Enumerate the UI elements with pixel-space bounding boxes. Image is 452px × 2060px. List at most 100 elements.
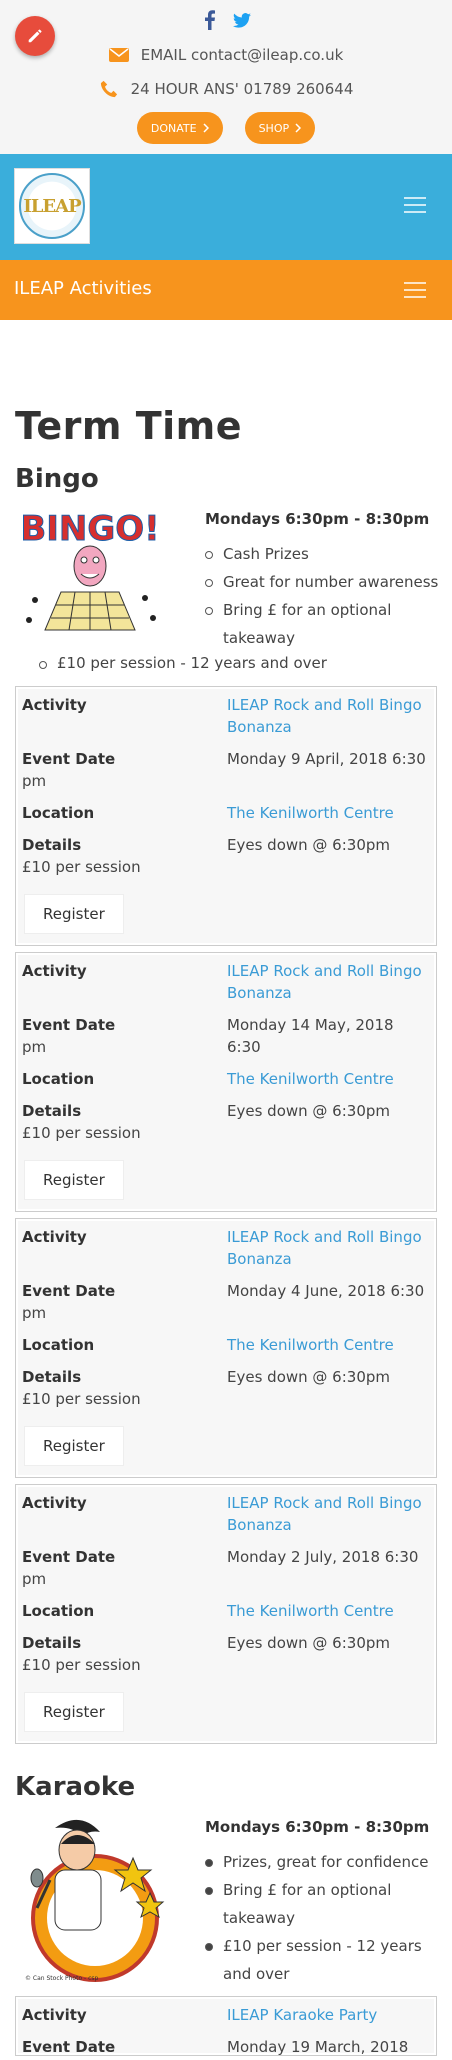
price-text: £10 per session — [22, 1390, 141, 1408]
donate-label: DONATE — [150, 121, 197, 135]
activity-label: Activity — [22, 1494, 87, 1512]
details-text: Eyes down @ 6:30pm — [227, 1102, 390, 1120]
logo-band: ILEAP — [0, 154, 452, 260]
karaoke-time: Mondays 6:30pm - 8:30pm — [205, 1818, 430, 1836]
bingo-illustration: BINGO! — [20, 509, 160, 631]
details-label: Details — [22, 836, 82, 854]
main-content: Term Time Bingo BINGO! Mondays 6:30pm - … — [0, 404, 452, 2056]
event-date-label: Event Date — [22, 1548, 116, 1566]
menu-icon[interactable] — [404, 197, 426, 213]
svg-text:© Can Stock Photo - csp: © Can Stock Photo - csp — [25, 1975, 99, 1982]
bingo-time: Mondays 6:30pm - 8:30pm — [205, 510, 430, 528]
event-date-suffix: pm — [22, 1304, 47, 1322]
activity-link[interactable]: ILEAP Karaoke Party — [227, 2004, 430, 2026]
shop-label: SHOP — [258, 121, 290, 135]
activity-label: Activity — [22, 696, 87, 714]
location-link[interactable]: The Kenilworth Centre — [227, 802, 430, 824]
nav-title[interactable]: ILEAP Activities — [14, 278, 152, 299]
phone-contact[interactable]: 24 HOUR ANS' 01789 260644 — [0, 80, 452, 98]
price-text: £10 per session — [22, 1656, 141, 1674]
event-date-label: Event Date — [22, 1016, 116, 1034]
list-item: £10 per session - 12 years and over — [205, 1932, 452, 1988]
activity-label: Activity — [22, 2006, 87, 2024]
price-text: £10 per session — [22, 858, 141, 876]
envelope-icon — [108, 48, 129, 62]
location-label: Location — [22, 1336, 95, 1354]
activity-label: Activity — [22, 1228, 87, 1246]
register-button[interactable]: Register — [24, 1160, 124, 1200]
top-header: EMAIL contact@ileap.co.uk 24 HOUR ANS' 0… — [0, 0, 452, 154]
event-date: Monday 2 July, 2018 6:30 — [227, 1548, 419, 1566]
list-item: Prizes, great for confidence — [205, 1848, 452, 1876]
register-button[interactable]: Register — [24, 894, 124, 934]
activity-label: Activity — [22, 962, 87, 980]
details-label: Details — [22, 1102, 82, 1120]
phone-icon — [100, 80, 117, 98]
svg-text:BINGO!: BINGO! — [20, 509, 159, 549]
register-button[interactable]: Register — [24, 1426, 124, 1466]
price-text: £10 per session — [22, 1124, 141, 1142]
list-item: Cash Prizes — [205, 540, 452, 568]
shop-button[interactable]: SHOP — [244, 112, 316, 144]
details-text: Eyes down @ 6:30pm — [227, 1634, 390, 1652]
email-label: EMAIL contact@ileap.co.uk — [140, 46, 344, 64]
karaoke-intro: © Can Stock Photo - csp Mondays 6:30pm -… — [15, 1808, 437, 1996]
event-card: Activity ILEAP Rock and Roll Bingo Bonanz… — [15, 1218, 437, 1478]
event-date: Monday 4 June, 2018 6:30 — [227, 1282, 425, 1300]
cta-buttons: DONATE SHOP — [0, 112, 452, 144]
activities-nav: ILEAP Activities — [0, 260, 452, 320]
bingo-intro: BINGO! Mondays 6:30pm - 8:30pm Cash Priz… — [15, 500, 439, 686]
event-card: Activity ILEAP Rock and Roll Bingo Bonanz… — [15, 686, 437, 946]
event-card: Activity ILEAP Rock and Roll Bingo Bonanz… — [15, 952, 437, 1212]
location-label: Location — [22, 1070, 95, 1088]
event-date-suffix: pm — [22, 772, 47, 790]
event-date: Monday 9 April, 2018 6:30 — [227, 750, 426, 768]
page-title: Term Time — [15, 404, 243, 448]
event-date-suffix: pm — [22, 1570, 47, 1588]
event-date: Monday 19 March, 2018 — [227, 2038, 409, 2056]
bingo-events: Activity ILEAP Rock and Roll Bingo Bonanz… — [15, 686, 437, 1744]
chevron-right-icon — [295, 123, 302, 133]
activity-link[interactable]: ILEAP Rock and Roll Bingo Bonanza — [227, 960, 430, 1004]
social-links — [0, 10, 452, 30]
list-item: Bring £ for an optional takeaway — [205, 596, 452, 652]
event-date-label: Event Date — [22, 1282, 116, 1300]
chevron-right-icon — [203, 123, 209, 133]
event-card: Activity ILEAP Karaoke Party Event Date Mo… — [15, 1996, 437, 2056]
location-label: Location — [22, 804, 95, 822]
event-date-suffix: pm — [22, 1038, 47, 1056]
karaoke-illustration: © Can Stock Photo - csp — [25, 1819, 165, 1982]
logo-ring: ILEAP — [19, 173, 85, 239]
activity-link[interactable]: ILEAP Rock and Roll Bingo Bonanza — [227, 1492, 430, 1536]
details-label: Details — [22, 1368, 82, 1386]
event-date-label: Event Date — [22, 750, 116, 768]
event-date: Monday 14 May, 2018 6:30 — [227, 1016, 394, 1056]
bingo-title: Bingo — [15, 464, 99, 494]
bingo-price-note: £10 per session - 12 years and over — [39, 654, 327, 672]
donate-button[interactable]: DONATE — [136, 112, 223, 144]
event-card: Activity ILEAP Rock and Roll Bingo Bonanz… — [15, 1484, 437, 1744]
register-button[interactable]: Register — [24, 1692, 124, 1732]
site-logo[interactable]: ILEAP — [14, 168, 90, 244]
event-date-label: Event Date — [22, 2038, 116, 2056]
location-label: Location — [22, 1602, 95, 1620]
facebook-icon[interactable] — [201, 10, 219, 30]
bingo-points: Cash Prizes Great for number awareness B… — [205, 540, 452, 652]
location-link[interactable]: The Kenilworth Centre — [227, 1334, 430, 1356]
list-item: Bring £ for an optional takeaway — [205, 1876, 452, 1932]
activity-link[interactable]: ILEAP Rock and Roll Bingo Bonanza — [227, 1226, 430, 1270]
list-item: Great for number awareness — [205, 568, 452, 596]
location-link[interactable]: The Kenilworth Centre — [227, 1600, 430, 1622]
details-label: Details — [22, 1634, 82, 1652]
karaoke-title: Karaoke — [15, 1772, 136, 1802]
submenu-icon[interactable] — [404, 282, 426, 298]
email-contact[interactable]: EMAIL contact@ileap.co.uk — [0, 46, 452, 64]
activity-link[interactable]: ILEAP Rock and Roll Bingo Bonanza — [227, 694, 430, 738]
karaoke-points: Prizes, great for confidence Bring £ for… — [205, 1848, 452, 1988]
details-text: Eyes down @ 6:30pm — [227, 1368, 390, 1386]
twitter-icon[interactable] — [233, 10, 251, 30]
logo-text: ILEAP — [23, 195, 81, 217]
details-text: Eyes down @ 6:30pm — [227, 836, 390, 854]
phone-label: 24 HOUR ANS' 01789 260644 — [130, 80, 354, 98]
location-link[interactable]: The Kenilworth Centre — [227, 1068, 430, 1090]
